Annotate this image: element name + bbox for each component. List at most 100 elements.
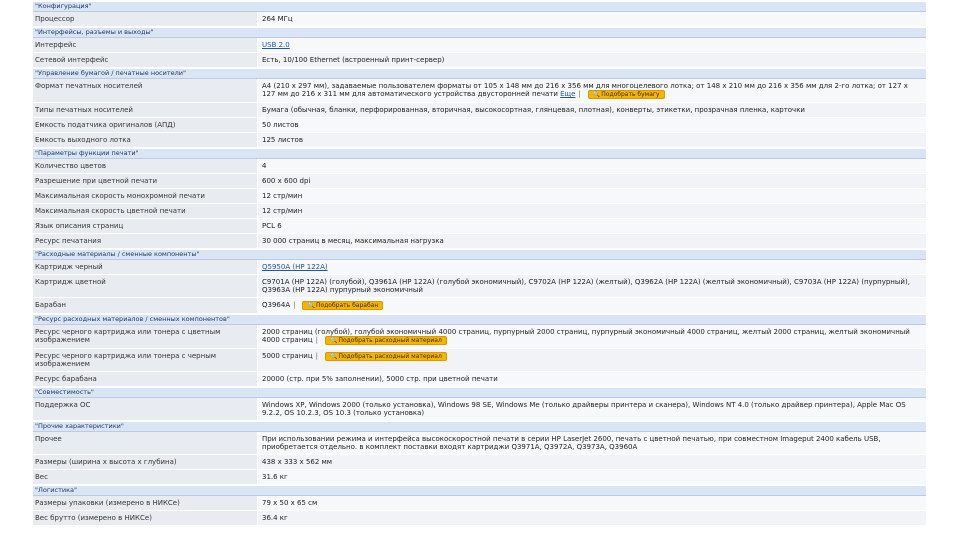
- spec-row: Формат печатных носителей A4 (210 x 297 м…: [33, 79, 926, 103]
- spec-label: Вес брутто (измерено в НИКСе): [33, 511, 258, 525]
- spec-label: Типы печатных носителей: [33, 103, 258, 117]
- spec-row: Картридж цветной C9701A (HP 122A) (голубо…: [33, 275, 926, 298]
- spec-value-text: 12 стр/мин: [262, 192, 303, 200]
- spec-value: 31.6 кг: [258, 470, 926, 484]
- spec-label: Количество цветов: [33, 159, 258, 173]
- spec-value: 600 x 600 dpi: [258, 174, 926, 188]
- search-icon: 🔍: [592, 91, 601, 98]
- spec-value: Q5950A (HP 122A): [258, 260, 926, 274]
- spec-value-text: 31.6 кг: [262, 473, 288, 481]
- spec-row: Прочее При использовании режима и интерфе…: [33, 432, 926, 455]
- section-header: "Расходные материалы / сменные компонент…: [33, 249, 926, 260]
- spec-label: Ресурс барабана: [33, 372, 258, 386]
- search-icon: 🔍: [307, 302, 315, 309]
- spec-value: USB 2.0: [258, 38, 926, 52]
- spec-row: Интерфейс USB 2.0: [33, 38, 926, 53]
- spec-value: При использовании режима и интерфейса вы…: [258, 432, 926, 454]
- spec-label: Процессор: [33, 12, 258, 26]
- spec-label: Емкость податчика оригиналов (АПД): [33, 118, 258, 132]
- spec-value: 79 x 50 x 65 см: [258, 496, 926, 510]
- spec-value-text: 50 листов: [262, 121, 299, 129]
- search-button-label: Подобрать барабан: [315, 302, 379, 309]
- spec-row: Емкость податчика оригиналов (АПД) 50 лис…: [33, 118, 926, 133]
- spec-value: PCL 6: [258, 219, 926, 233]
- search-button-label: Подобрать расходный материал: [338, 353, 442, 360]
- search-button[interactable]: 🔍Подобрать бумагу: [587, 90, 665, 99]
- spec-value-text: Q3964A: [262, 301, 291, 309]
- spec-row: Размеры упаковки (измерено в НИКСе) 79 x …: [33, 496, 926, 511]
- spec-row: Картридж черный Q5950A (HP 122A): [33, 260, 926, 275]
- search-button[interactable]: 🔍Подобрать расходный материал: [324, 336, 447, 345]
- spec-value: 264 МГц: [258, 12, 926, 26]
- section-rows: Поддержка ОС Windows XP, Windows 2000 (то…: [33, 398, 926, 421]
- section-rows: Количество цветов 4 Разрешение при цветной…: [33, 159, 926, 249]
- search-icon: 🔍: [329, 337, 338, 344]
- spec-value-text: 30 000 страниц в месяц, максимальная наг…: [262, 237, 444, 245]
- spec-row: Емкость выходного лотка 125 листов: [33, 133, 926, 148]
- spec-row: Язык описания страниц PCL 6: [33, 219, 926, 234]
- spec-value-text: Есть, 10/100 Ethernet (встроенный принт-…: [262, 56, 445, 64]
- spec-link[interactable]: USB 2.0: [262, 41, 290, 49]
- spec-label: Вес: [33, 470, 258, 484]
- separator: |: [315, 336, 318, 344]
- search-button-label: Подобрать бумагу: [601, 91, 660, 98]
- spec-value: 12 стр/мин: [258, 189, 926, 203]
- spec-value: A4 (210 x 297 мм), задаваемые пользовате…: [258, 79, 926, 102]
- spec-value: Бумага (обычная, бланки, перфорированная…: [258, 103, 926, 117]
- spec-label: Размеры (ширина x высота x глубина): [33, 455, 258, 469]
- spec-table: "Конфигурация" Процессор 264 МГц "Интерфейс…: [33, 1, 926, 526]
- section-rows: Формат печатных носителей A4 (210 x 297 м…: [33, 79, 926, 148]
- spec-value-text: 125 листов: [262, 136, 303, 144]
- spec-value-text: 36.4 кг: [262, 514, 288, 522]
- spec-row: Вес 31.6 кг: [33, 470, 926, 485]
- spec-value-text: 79 x 50 x 65 см: [262, 499, 318, 507]
- spec-value: 2000 страниц (голубой), голубой экономич…: [258, 325, 926, 348]
- spec-value: Есть, 10/100 Ethernet (встроенный принт-…: [258, 53, 926, 67]
- spec-label: Картридж черный: [33, 260, 258, 274]
- spec-label: Интерфейс: [33, 38, 258, 52]
- search-button[interactable]: 🔍Подобрать барабан: [302, 301, 384, 310]
- spec-label: Ресурс черного картриджа или тонера с че…: [33, 349, 258, 371]
- separator: |: [578, 90, 581, 98]
- spec-row: Вес брутто (измерено в НИКСе) 36.4 кг: [33, 511, 926, 526]
- spec-value-text: 12 стр/мин: [262, 207, 303, 215]
- spec-link[interactable]: Q5950A (HP 122A): [262, 263, 328, 271]
- section-header: "Ресурс расходных материалов / сменных к…: [33, 314, 926, 325]
- spec-value-text: 5000 страниц: [262, 352, 313, 360]
- spec-row: Поддержка ОС Windows XP, Windows 2000 (то…: [33, 398, 926, 421]
- spec-value-text: Windows XP, Windows 2000 (только установ…: [262, 401, 906, 417]
- spec-value: Windows XP, Windows 2000 (только установ…: [258, 398, 926, 420]
- spec-label: Сетевой интерфейс: [33, 53, 258, 67]
- search-button-label: Подобрать расходный материал: [338, 337, 442, 344]
- separator: |: [315, 352, 318, 360]
- section-header: "Интерфейсы, разъемы и выходы": [33, 27, 926, 38]
- spec-value: 50 листов: [258, 118, 926, 132]
- spec-value: 20000 (стр. при 5% заполнении), 5000 стр…: [258, 372, 926, 386]
- spec-value-text: C9701A (HP 122A) (голубой), Q3961A (HP 1…: [262, 278, 910, 294]
- spec-value: 4: [258, 159, 926, 173]
- section-header: "Прочие характеристики": [33, 421, 926, 432]
- spec-value-text: 600 x 600 dpi: [262, 177, 311, 185]
- spec-value: 30 000 страниц в месяц, максимальная наг…: [258, 234, 926, 248]
- spec-row: Сетевой интерфейс Есть, 10/100 Ethernet (…: [33, 53, 926, 68]
- section-rows: Процессор 264 МГц: [33, 12, 926, 27]
- spec-label: Емкость выходного лотка: [33, 133, 258, 147]
- section-rows: Картридж черный Q5950A (HP 122A) Картридж …: [33, 260, 926, 314]
- spec-link[interactable]: Еще: [560, 90, 575, 98]
- section-rows: Размеры упаковки (измерено в НИКСе) 79 x …: [33, 496, 926, 526]
- spec-value: 5000 страниц | 🔍Подобрать расходный матери…: [258, 349, 926, 371]
- search-button[interactable]: 🔍Подобрать расходный материал: [324, 352, 447, 361]
- spec-value: Q3964A | 🔍Подобрать барабан: [258, 298, 926, 313]
- spec-label: Ресурс черного картриджа или тонера с цв…: [33, 325, 258, 348]
- spec-row: Количество цветов 4: [33, 159, 926, 174]
- spec-label: Ресурс печатания: [33, 234, 258, 248]
- search-icon: 🔍: [329, 353, 338, 360]
- spec-label: Прочее: [33, 432, 258, 454]
- spec-value-text: 4: [262, 162, 267, 170]
- spec-label: Размеры упаковки (измерено в НИКСе): [33, 496, 258, 510]
- spec-value-text: 264 МГц: [262, 15, 293, 23]
- spec-label: Язык описания страниц: [33, 219, 258, 233]
- spec-value-text: Бумага (обычная, бланки, перфорированная…: [262, 106, 805, 114]
- spec-value: 125 листов: [258, 133, 926, 147]
- spec-row: Максимальная скорость монохромной печати…: [33, 189, 926, 204]
